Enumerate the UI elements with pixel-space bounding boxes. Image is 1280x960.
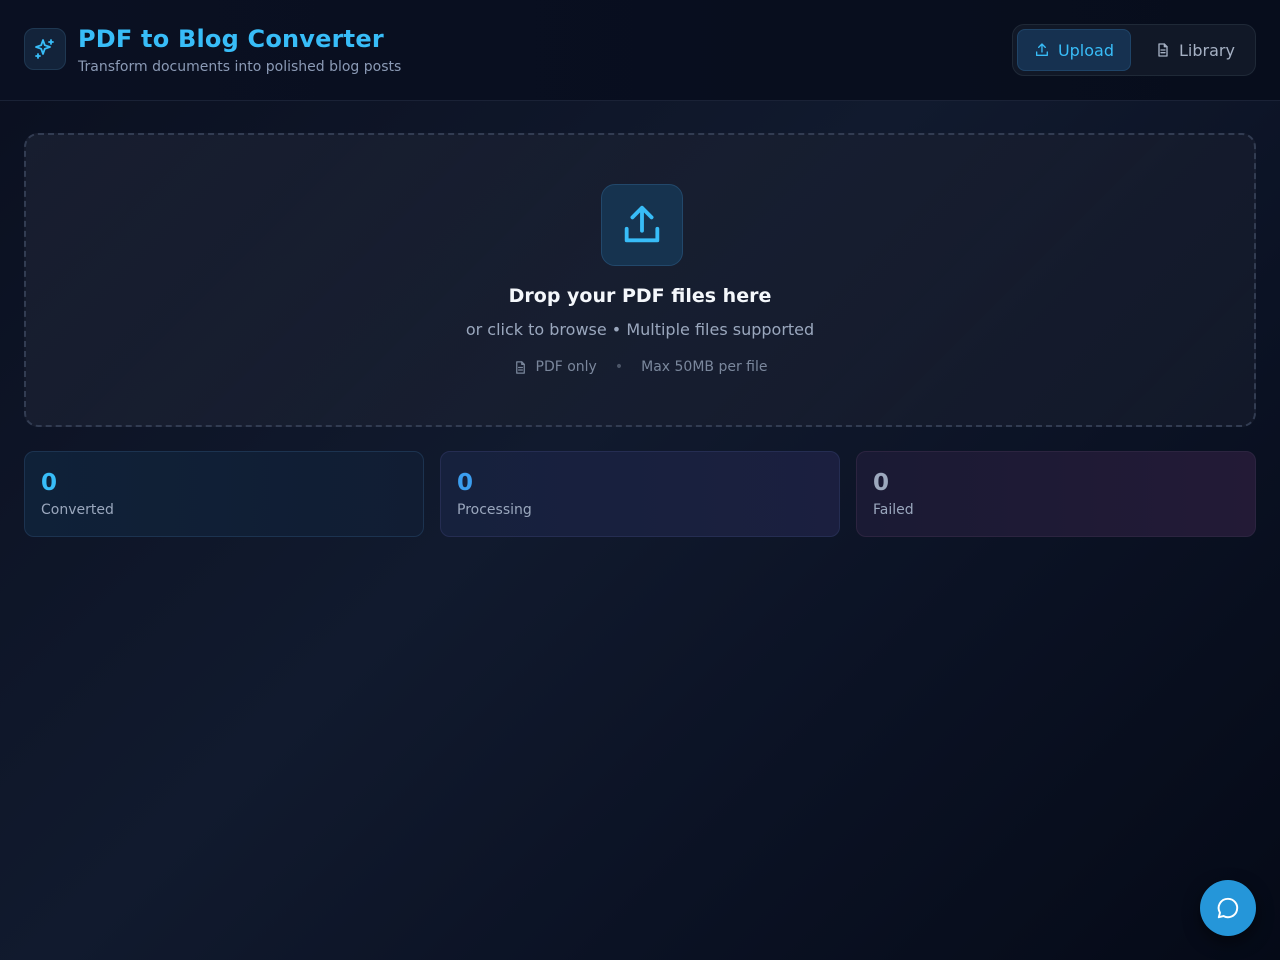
pdf-dropzone[interactable]: Drop your PDF files here or click to bro…	[24, 133, 1256, 427]
app-logo	[24, 28, 66, 70]
format-label: PDF only	[535, 359, 597, 375]
dropzone-constraints: PDF only • Max 50MB per file	[26, 359, 1254, 375]
stat-card-processing: 0 Processing	[440, 451, 840, 537]
view-switcher: Upload Library	[1012, 24, 1256, 76]
upload-tab-label: Upload	[1057, 40, 1114, 60]
upload-icon	[1035, 43, 1048, 56]
upload-tab[interactable]: Upload	[1017, 29, 1131, 71]
chat-button[interactable]	[1200, 880, 1256, 936]
document-icon	[1158, 43, 1168, 57]
library-tab-label: Library	[1179, 40, 1235, 60]
stat-card-converted: 0 Converted	[24, 451, 424, 537]
converted-count: 0	[41, 470, 58, 496]
converted-label: Converted	[41, 502, 114, 518]
failed-count: 0	[873, 470, 890, 496]
upload-icon-box	[601, 184, 683, 266]
app-header: PDF to Blog Converter Transform document…	[0, 0, 1280, 101]
upload-icon	[624, 205, 660, 243]
failed-label: Failed	[873, 502, 914, 518]
sparkles-icon	[35, 39, 54, 59]
size-limit-label: Max 50MB per file	[641, 359, 768, 375]
dropzone-title: Drop your PDF files here	[508, 285, 772, 307]
app-title: PDF to Blog Converter	[78, 25, 384, 53]
processing-label: Processing	[457, 502, 532, 518]
file-icon	[515, 360, 525, 374]
chat-bubble-icon	[1217, 897, 1239, 919]
dropzone-subtitle: or click to browse • Multiple files supp…	[465, 320, 815, 339]
stat-card-failed: 0 Failed	[856, 451, 1256, 537]
processing-count: 0	[457, 470, 474, 496]
separator-dot: •	[614, 359, 624, 375]
library-tab[interactable]: Library	[1137, 29, 1251, 71]
app-subtitle: Transform documents into polished blog p…	[78, 59, 402, 75]
